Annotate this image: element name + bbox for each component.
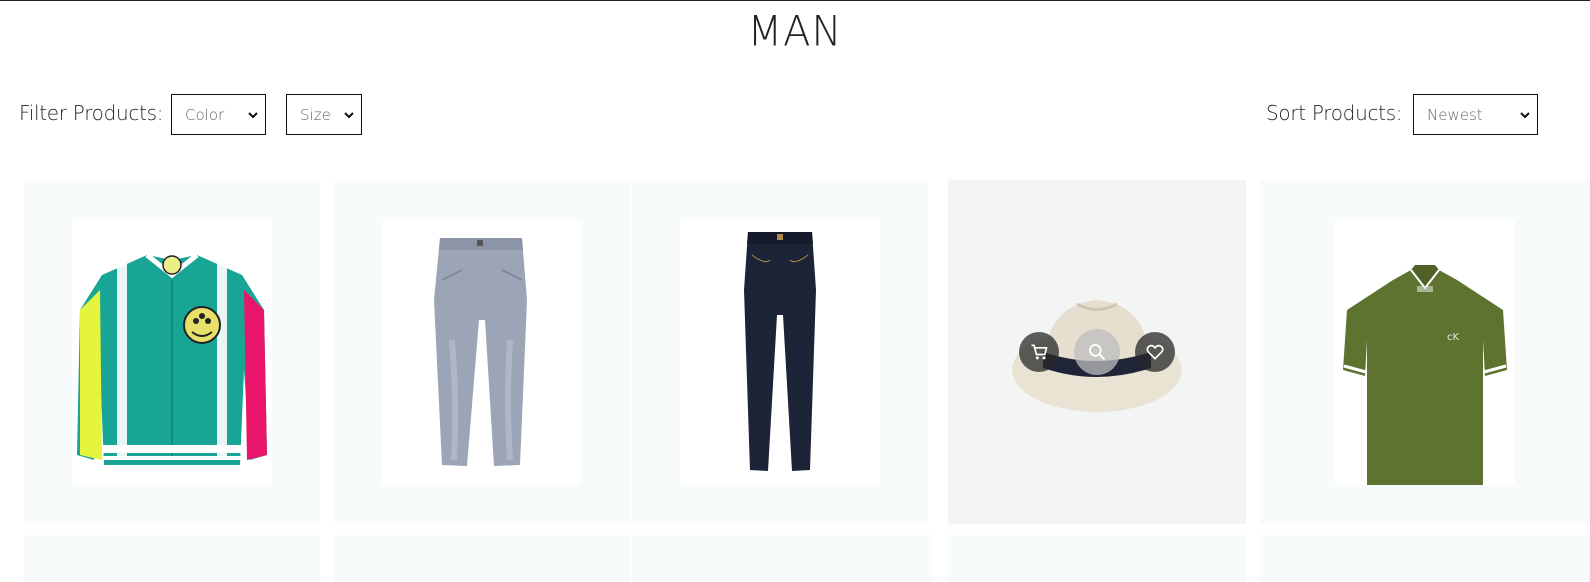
product-actions [948, 180, 1246, 524]
light-wash-jeans-image[interactable] [382, 219, 582, 485]
size-filter-value: Size [300, 105, 331, 124]
varsity-jacket-image[interactable] [72, 219, 272, 485]
filter-bar: Filter Products: Color Size Sort Product… [0, 94, 1590, 136]
green-polo-shirt-image[interactable]: cK [1335, 219, 1515, 485]
product-card[interactable] [948, 180, 1246, 524]
product-card[interactable] [24, 180, 320, 524]
dark-jeans-image[interactable] [680, 219, 880, 485]
product-card[interactable] [948, 535, 1246, 582]
sort-select[interactable]: Newest [1413, 94, 1538, 135]
filter-products-label: Filter Products: [19, 101, 164, 125]
size-filter-select[interactable]: Size [286, 94, 362, 135]
chevron-down-icon [248, 112, 258, 119]
product-grid: cK [24, 180, 1590, 582]
heart-icon [1146, 344, 1164, 360]
product-card[interactable] [1260, 535, 1590, 582]
sort-value: Newest [1427, 105, 1483, 124]
chevron-down-icon [344, 112, 354, 119]
product-card[interactable] [632, 535, 932, 582]
product-card[interactable] [632, 180, 928, 524]
svg-text:cK: cK [1447, 332, 1459, 343]
product-card[interactable] [24, 535, 320, 582]
quick-view-button[interactable] [1074, 329, 1120, 375]
add-to-cart-button[interactable] [1019, 332, 1059, 372]
sort-products-label: Sort Products: [1266, 101, 1403, 125]
product-card[interactable] [334, 535, 630, 582]
product-card[interactable] [334, 180, 630, 524]
search-icon [1089, 344, 1106, 361]
cart-icon [1031, 344, 1048, 360]
page-title: MAN [747, 7, 843, 57]
color-filter-select[interactable]: Color [171, 94, 266, 135]
add-to-wishlist-button[interactable] [1135, 332, 1175, 372]
product-card[interactable]: cK [1260, 180, 1590, 524]
chevron-down-icon [1520, 112, 1530, 119]
color-filter-value: Color [185, 105, 225, 124]
